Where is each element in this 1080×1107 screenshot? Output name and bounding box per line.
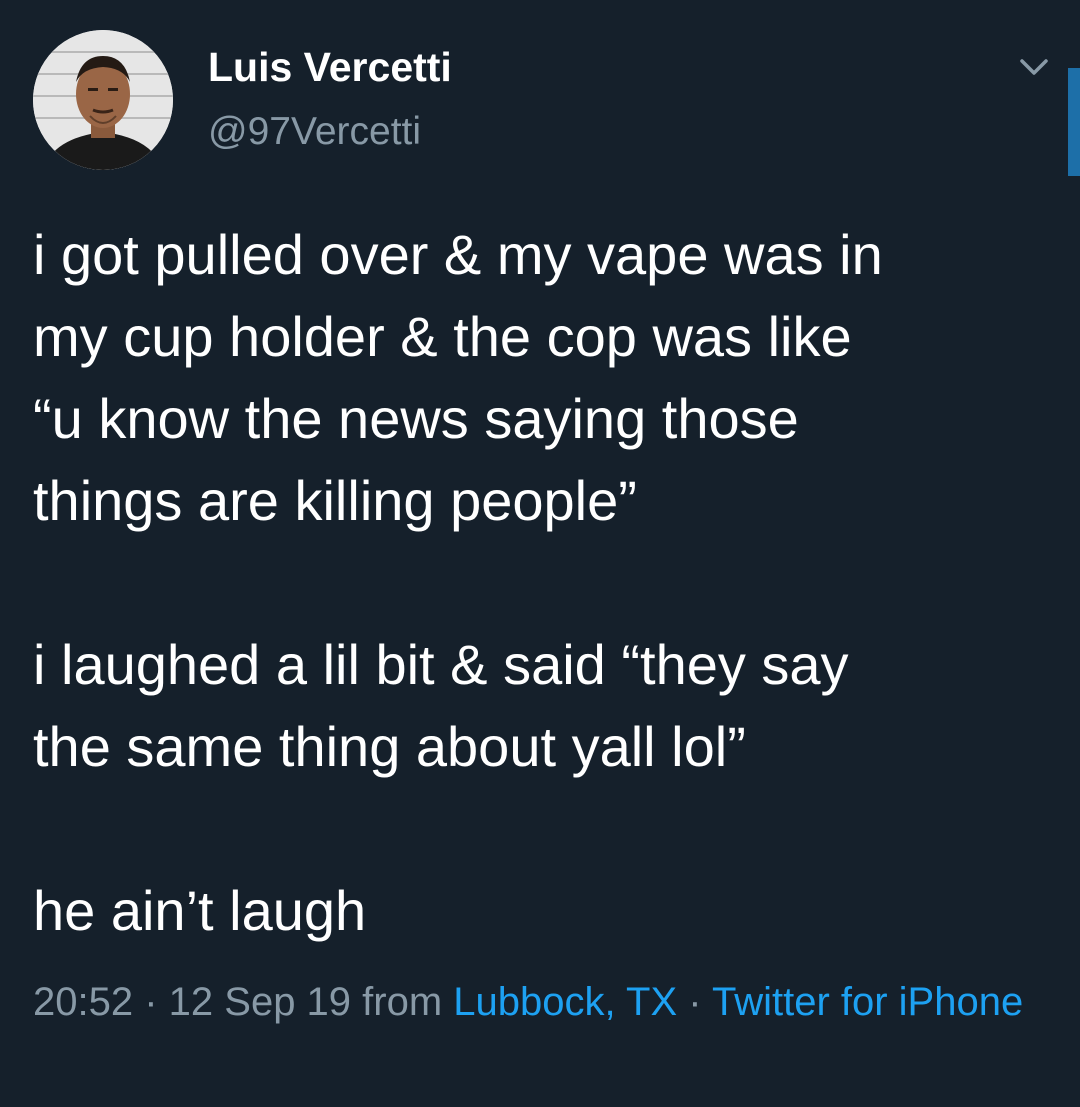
username-handle[interactable]: @97Vercetti [208, 110, 421, 154]
tweet-paragraph: i got pulled over & my vape was in my cu… [33, 223, 883, 532]
source-link[interactable]: Twitter for iPhone [712, 980, 1023, 1024]
from-label: from [351, 980, 454, 1024]
display-name[interactable]: Luis Vercetti [208, 44, 452, 91]
tweet-text: i got pulled over & my vape was in my cu… [33, 214, 1043, 952]
chevron-down-icon [1020, 59, 1048, 75]
tweet-menu-button[interactable] [1016, 52, 1052, 82]
tweet-metadata: 20:52 · 12 Sep 19 from Lubbock, TX · Twi… [33, 972, 1033, 1033]
tweet-paragraph: i laughed a lil bit & said “they say the… [33, 633, 849, 778]
tweet-paragraph: he ain’t laugh [33, 879, 367, 942]
tweet-date[interactable]: 12 Sep 19 [169, 980, 351, 1024]
location-link[interactable]: Lubbock, TX [453, 980, 677, 1024]
meta-separator: · [677, 980, 712, 1024]
avatar[interactable] [33, 30, 173, 170]
tweet-time[interactable]: 20:52 [33, 980, 133, 1024]
tweet-card: Luis Vercetti @97Vercetti i got pulled o… [0, 0, 1080, 1107]
meta-separator: · [133, 980, 169, 1024]
avatar-photo-icon [33, 30, 173, 170]
scrollbar[interactable] [1068, 68, 1080, 176]
